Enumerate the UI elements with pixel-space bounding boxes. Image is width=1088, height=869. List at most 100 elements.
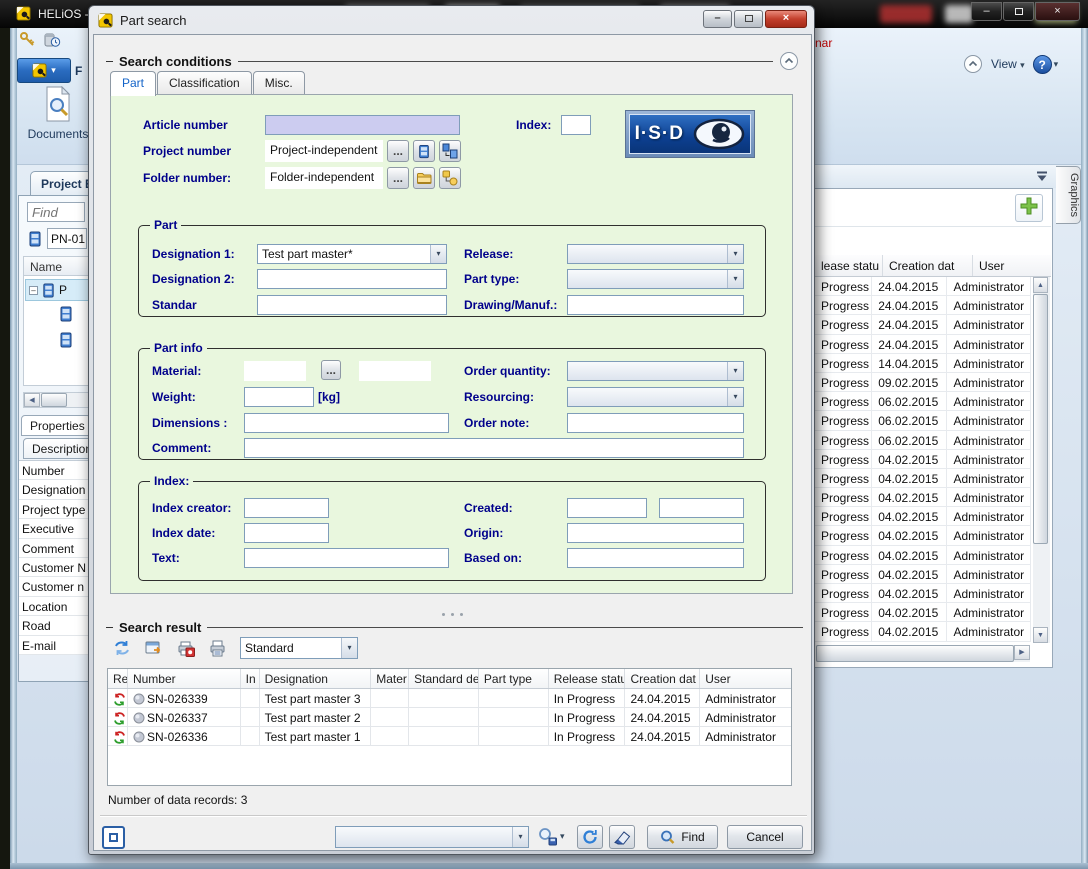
- reset-refresh-button[interactable]: [577, 825, 603, 849]
- chevron-down-icon[interactable]: ▾: [430, 245, 446, 263]
- tree-horizontal-scrollbar[interactable]: ◀: [23, 392, 88, 408]
- collapse-section-icon[interactable]: [779, 51, 799, 71]
- cancel-button[interactable]: Cancel: [727, 825, 803, 849]
- compact-view-button[interactable]: [102, 826, 125, 849]
- print-list-button[interactable]: [208, 639, 228, 657]
- column-header-material[interactable]: Mater: [371, 669, 409, 688]
- export-results-button[interactable]: [144, 639, 164, 657]
- designation2-input[interactable]: [257, 269, 447, 289]
- chevron-down-icon[interactable]: ▾: [727, 388, 743, 406]
- tree-collapse-icon[interactable]: –: [29, 286, 38, 295]
- main-close-button[interactable]: ×: [1035, 2, 1080, 21]
- main-maximize-button[interactable]: [1003, 2, 1034, 21]
- scrollbar-thumb[interactable]: [816, 645, 1014, 662]
- chevron-down-icon[interactable]: ▾: [727, 362, 743, 380]
- find-input[interactable]: [27, 202, 85, 222]
- column-header-standard[interactable]: Standard de: [409, 669, 479, 688]
- scrollbar-thumb[interactable]: [1033, 294, 1048, 544]
- property-row[interactable]: Location: [19, 597, 88, 616]
- property-row[interactable]: Road: [19, 616, 88, 635]
- results-horizontal-scrollbar[interactable]: ▶: [816, 645, 1030, 662]
- table-row[interactable]: Progress 24.04.2015 Administrator: [815, 315, 1031, 334]
- tab-misc[interactable]: Misc.: [253, 71, 305, 94]
- property-row[interactable]: Designation: [19, 480, 88, 499]
- chevron-down-icon[interactable]: ▾: [727, 245, 743, 263]
- created-time-input[interactable]: [659, 498, 744, 518]
- tree-item-selected[interactable]: – P: [25, 279, 88, 301]
- print-pdf-button[interactable]: [176, 639, 196, 657]
- tree-item[interactable]: [58, 332, 74, 348]
- result-view-combo[interactable]: Standard ▾: [240, 637, 358, 659]
- column-header-creation-date[interactable]: Creation dat: [625, 669, 700, 688]
- result-row[interactable]: SN-026336 Test part master 1 In Progress…: [108, 727, 791, 746]
- dialog-close-button[interactable]: ×: [765, 10, 807, 28]
- article-number-input[interactable]: [265, 115, 460, 135]
- created-date-input[interactable]: [567, 498, 647, 518]
- dialog-maximize-button[interactable]: [734, 10, 763, 28]
- scroll-up-icon[interactable]: ▲: [1033, 277, 1048, 293]
- index-creator-input[interactable]: [244, 498, 329, 518]
- clear-fields-button[interactable]: [609, 825, 635, 849]
- property-row[interactable]: Comment: [19, 539, 88, 558]
- column-header-part-type[interactable]: Part type: [479, 669, 549, 688]
- weight-input[interactable]: [244, 387, 314, 407]
- column-header-result[interactable]: Re: [108, 669, 128, 688]
- scrollbar-thumb[interactable]: [41, 393, 67, 407]
- column-header-creation-date[interactable]: Creation dat: [883, 255, 973, 276]
- chevron-down-icon[interactable]: ▾: [512, 827, 528, 847]
- scroll-down-icon[interactable]: ▼: [1033, 627, 1048, 643]
- table-row[interactable]: Progress 04.02.2015 Administrator: [815, 469, 1031, 488]
- table-row[interactable]: Progress 04.02.2015 Administrator: [815, 603, 1031, 622]
- splitter-handle[interactable]: [94, 605, 811, 619]
- application-menu-button[interactable]: ▾: [17, 58, 71, 83]
- panel-menu-icon[interactable]: [1036, 171, 1048, 182]
- material-input[interactable]: [244, 361, 306, 381]
- order-quantity-combo[interactable]: ▾: [567, 361, 744, 381]
- index-text-input[interactable]: [244, 548, 449, 568]
- project-number-combo[interactable]: PN-01: [47, 228, 87, 249]
- collapse-chevron-icon[interactable]: [963, 54, 983, 74]
- index-input[interactable]: [561, 115, 591, 135]
- column-header-user[interactable]: User: [973, 255, 1051, 276]
- result-row[interactable]: SN-026337 Test part master 2 In Progress…: [108, 708, 791, 727]
- material-browse-button[interactable]: ...: [321, 360, 341, 380]
- standard-input[interactable]: [257, 295, 447, 315]
- project-browse-button[interactable]: ...: [387, 140, 409, 162]
- dimensions-input[interactable]: [244, 413, 449, 433]
- table-row[interactable]: Progress 04.02.2015 Administrator: [815, 584, 1031, 603]
- property-row[interactable]: Project type: [19, 500, 88, 519]
- table-row[interactable]: Progress 14.04.2015 Administrator: [815, 354, 1031, 373]
- tab-description[interactable]: Description: [23, 438, 88, 459]
- documents-button[interactable]: Documents: [25, 86, 91, 146]
- add-button[interactable]: [1015, 194, 1043, 222]
- table-row[interactable]: Progress 04.02.2015 Administrator: [815, 488, 1031, 507]
- tab-project-explorer[interactable]: Project E: [30, 171, 92, 196]
- refresh-results-button[interactable]: [112, 639, 132, 657]
- column-header-release-status[interactable]: Release statu: [549, 669, 626, 688]
- table-row[interactable]: Progress 24.04.2015 Administrator: [815, 335, 1031, 354]
- table-row[interactable]: Progress 04.02.2015 Administrator: [815, 546, 1031, 565]
- property-row[interactable]: Executive: [19, 519, 88, 538]
- order-note-input[interactable]: [567, 413, 744, 433]
- key-icon[interactable]: [19, 31, 36, 48]
- table-row[interactable]: Progress 06.02.2015 Administrator: [815, 392, 1031, 411]
- view-menu[interactable]: View ▾: [991, 57, 1025, 71]
- result-row[interactable]: SN-026339 Test part master 3 In Progress…: [108, 689, 791, 708]
- table-row[interactable]: Progress 04.02.2015 Administrator: [815, 622, 1031, 641]
- results-vertical-scrollbar[interactable]: ▲ ▼: [1033, 277, 1050, 643]
- project-transfer-button[interactable]: [439, 140, 461, 162]
- origin-input[interactable]: [567, 523, 744, 543]
- scroll-right-icon[interactable]: ▶: [1014, 645, 1030, 660]
- tree-item[interactable]: [58, 306, 74, 322]
- part-type-combo[interactable]: ▾: [567, 269, 744, 289]
- based-on-input[interactable]: [567, 548, 744, 568]
- index-date-input[interactable]: [244, 523, 329, 543]
- folder-transfer-button[interactable]: [439, 167, 461, 189]
- saved-search-combo[interactable]: ▾: [335, 826, 529, 848]
- table-row[interactable]: Progress 24.04.2015 Administrator: [815, 277, 1031, 296]
- dialog-minimize-button[interactable]: –: [703, 10, 732, 28]
- main-minimize-button[interactable]: –: [971, 2, 1002, 21]
- resourcing-combo[interactable]: ▾: [567, 387, 744, 407]
- comment-input[interactable]: [244, 438, 744, 458]
- project-number-value[interactable]: Project-independent: [265, 140, 383, 162]
